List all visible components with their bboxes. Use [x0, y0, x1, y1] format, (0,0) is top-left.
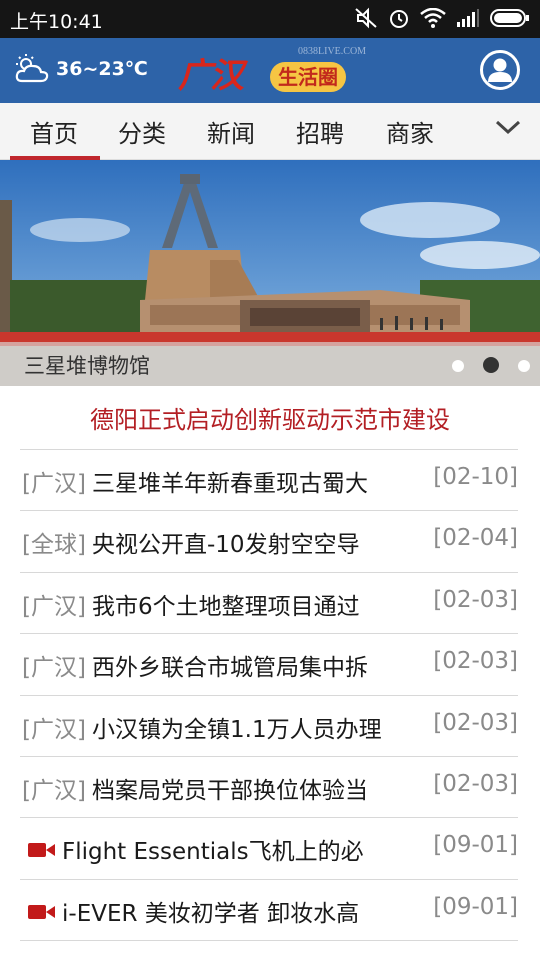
list-divider [20, 940, 518, 941]
status-time: 上午10:41 [10, 11, 103, 33]
app-header: 36~23℃ 0838LIVE.COM 广汉 生活圈 [0, 38, 540, 103]
news-tag: [广汉] [22, 777, 86, 804]
battery-icon [490, 9, 529, 27]
weather-widget[interactable]: 36~23℃ [14, 54, 148, 84]
user-icon [488, 58, 512, 82]
news-item[interactable]: [广汉] 档案局党员干部换位体验当 [02-03] [20, 755, 518, 817]
news-title: 我市6个土地整理项目通过 [92, 593, 360, 620]
video-title: Flight Essentials飞机上的必 [62, 839, 364, 866]
news-item[interactable]: [广汉] 三星堆羊年新春重现古蜀大 [02-10] [20, 449, 518, 510]
video-date: [09-01] [433, 893, 518, 920]
banner-caption: 三星堆博物馆 [24, 354, 150, 378]
news-list: [广汉] 三星堆羊年新春重现古蜀大 [02-10] [全球] 央视公开直-10发… [20, 449, 518, 940]
alarm-icon [390, 10, 408, 28]
news-title: 央视公开直-10发射空空导 [92, 532, 360, 559]
news-item[interactable]: [广汉] 我市6个土地整理项目通过 [02-03] [20, 571, 518, 633]
chevron-down-icon[interactable] [494, 117, 522, 137]
tab-merchants[interactable]: 商家 [386, 114, 434, 149]
news-title: 三星堆羊年新春重现古蜀大 [92, 471, 368, 497]
news-title: 西外乡联合市城管局集中拆 [92, 655, 368, 682]
wifi-icon [420, 8, 446, 28]
news-date: [02-04] [433, 525, 518, 552]
video-date: [09-01] [433, 832, 518, 859]
news-date: [02-03] [433, 586, 518, 613]
carousel-dot-2-active[interactable] [483, 357, 499, 373]
news-date: [02-03] [433, 648, 518, 675]
news-tag: [广汉] [22, 716, 86, 743]
video-title: i-EVER 美妆初学者 卸妆水高 [62, 900, 360, 927]
video-item[interactable]: i-EVER 美妆初学者 卸妆水高 [09-01] [20, 878, 518, 940]
news-date: [02-03] [433, 709, 518, 736]
video-camera-icon [28, 904, 55, 919]
news-item[interactable]: [广汉] 小汉镇为全镇1.1万人员办理 [02-03] [20, 694, 518, 756]
video-item[interactable]: Flight Essentials飞机上的必 [09-01] [20, 817, 518, 878]
news-tag: [广汉] [22, 593, 86, 620]
tab-category[interactable]: 分类 [118, 114, 166, 149]
news-title: 档案局党员干部换位体验当 [92, 777, 368, 804]
carousel-dot-1[interactable] [452, 360, 464, 372]
signal-icon [457, 9, 479, 27]
banner-caption-bar: 三星堆博物馆 [0, 342, 540, 386]
logo-text: 广汉 [178, 56, 244, 96]
news-tag: [全球] [22, 532, 86, 559]
featured-headline[interactable]: 德阳正式启动创新驱动示范市建设 [0, 400, 540, 435]
logo-url: 0838LIVE.COM [298, 46, 367, 57]
news-tag: [广汉] [22, 471, 86, 497]
news-item[interactable]: [全球] 央视公开直-10发射空空导 [02-04] [20, 510, 518, 571]
tab-news[interactable]: 新闻 [207, 114, 255, 149]
news-tag: [广汉] [22, 655, 86, 682]
tab-home[interactable]: 首页 [30, 114, 78, 149]
carousel-dot-3[interactable] [518, 360, 530, 372]
news-title: 小汉镇为全镇1.1万人员办理 [92, 716, 382, 743]
category-tabs: 首页 分类 新闻 招聘 商家 [0, 103, 540, 160]
news-date: [02-10] [433, 464, 518, 490]
mute-icon [355, 7, 377, 29]
user-profile-button[interactable] [480, 50, 520, 90]
news-date: [02-03] [433, 770, 518, 797]
news-item[interactable]: [广汉] 西外乡联合市城管局集中拆 [02-03] [20, 633, 518, 694]
tab-jobs[interactable]: 招聘 [296, 114, 344, 149]
status-bar: 上午10:41 [0, 0, 540, 38]
logo-badge: 生活圈 [270, 62, 346, 92]
banner-carousel[interactable]: 三星堆博物馆 [0, 160, 540, 386]
video-camera-icon [28, 843, 55, 858]
app-logo: 0838LIVE.COM 广汉 生活圈 [178, 44, 368, 98]
status-icons [354, 7, 530, 29]
temperature-text: 36~23℃ [56, 58, 148, 80]
partly-cloudy-icon [15, 54, 49, 83]
